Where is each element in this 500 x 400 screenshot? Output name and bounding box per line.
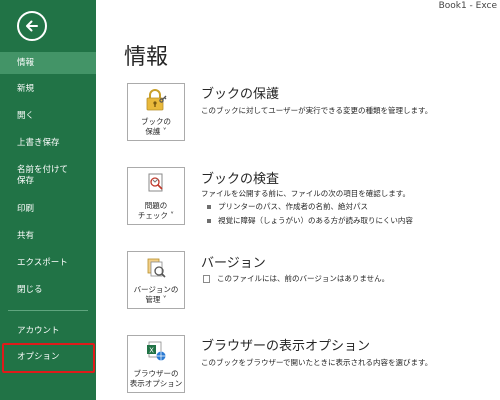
check-for-issues-button[interactable]: 問題の チェック ˅ [127, 167, 185, 225]
section-description: このブックをブラウザーで開いたときに表示される内容を選びます。 [201, 358, 433, 367]
backstage-sidebar: 情報 新規 開く 上書き保存 名前を付けて 保存 印刷 共有 エクスポート 閉じ… [0, 0, 96, 400]
nav-item-share[interactable]: 共有 [0, 231, 96, 242]
nav-item-new[interactable]: 新規 [0, 84, 96, 95]
section-title: ブックの検査 [201, 172, 280, 187]
tile-label: 問題の チェック ˅ [137, 201, 175, 220]
manage-versions-button[interactable]: バージョンの 管理 ˅ [127, 251, 185, 309]
versions-icon [147, 258, 166, 278]
protect-workbook-button[interactable]: ブックの 保護 ˅ [127, 83, 185, 141]
lock-key-icon [146, 89, 167, 111]
nav-item-label: 閉じる [17, 285, 43, 295]
bullet-square-icon [207, 218, 211, 223]
section-description: このブックに対してユーザーが実行できる変更の種類を管理します。 [201, 106, 433, 115]
inspect-document-icon [148, 173, 163, 192]
list-item: 視覚に障碍（しょうがい）のある方が読み取りにくい内容 [207, 215, 413, 226]
nav-item-open[interactable]: 開く [0, 111, 96, 122]
nav-divider [8, 310, 88, 311]
nav-item-label: アカウント [17, 326, 60, 336]
nav-item-label-line2: 保存 [17, 176, 35, 186]
nav-item-label: 名前を付けて [17, 165, 69, 175]
section-description: ファイルを公開する前に、ファイルの次の項目を確認します。 [201, 189, 411, 198]
nav-item-account[interactable]: アカウント [0, 326, 96, 337]
tile-label: ブックの 保護 ˅ [141, 117, 171, 136]
nav-item-label: 新規 [17, 84, 35, 94]
nav-item-label: 共有 [17, 231, 35, 241]
section-title: バージョン [201, 256, 266, 271]
back-arrow-icon [26, 20, 38, 32]
nav-item-save[interactable]: 上書き保存 [0, 138, 96, 149]
nav-item-label: 開く [17, 111, 35, 121]
tile-label: バージョンの 管理 ˅ [133, 285, 179, 304]
tile-label: ブラウザーの 表示オプション [129, 369, 183, 388]
nav-item-label: 情報 [17, 58, 35, 68]
document-icon [203, 274, 210, 283]
list-item: このファイルには、前のバージョンはありません。 [203, 273, 389, 284]
browser-view-options-icon: X [147, 341, 166, 361]
browser-view-options-button[interactable]: X ブラウザーの 表示オプション [127, 335, 185, 393]
page-title: 情報 [124, 45, 169, 70]
nav-item-info[interactable]: 情報 [0, 52, 96, 74]
nav-item-label: 上書き保存 [17, 138, 60, 148]
nav-item-export[interactable]: エクスポート [0, 258, 96, 269]
nav-item-close[interactable]: 閉じる [0, 285, 96, 296]
list-item: プリンターのパス、作成者の名前、絶対パス [207, 201, 368, 212]
nav-item-save-as[interactable]: 名前を付けて 保存 [0, 165, 96, 187]
window-title: Book1 - Exce [438, 1, 497, 11]
options-highlight-box [2, 343, 95, 373]
nav-item-print[interactable]: 印刷 [0, 204, 96, 215]
section-title: ブックの保護 [201, 87, 280, 102]
nav-item-label: エクスポート [17, 258, 68, 268]
nav-item-label: 印刷 [17, 204, 35, 214]
back-button[interactable] [17, 11, 47, 41]
section-title: ブラウザーの表示オプション [201, 339, 371, 354]
svg-text:X: X [149, 347, 154, 355]
bullet-square-icon [207, 204, 211, 209]
